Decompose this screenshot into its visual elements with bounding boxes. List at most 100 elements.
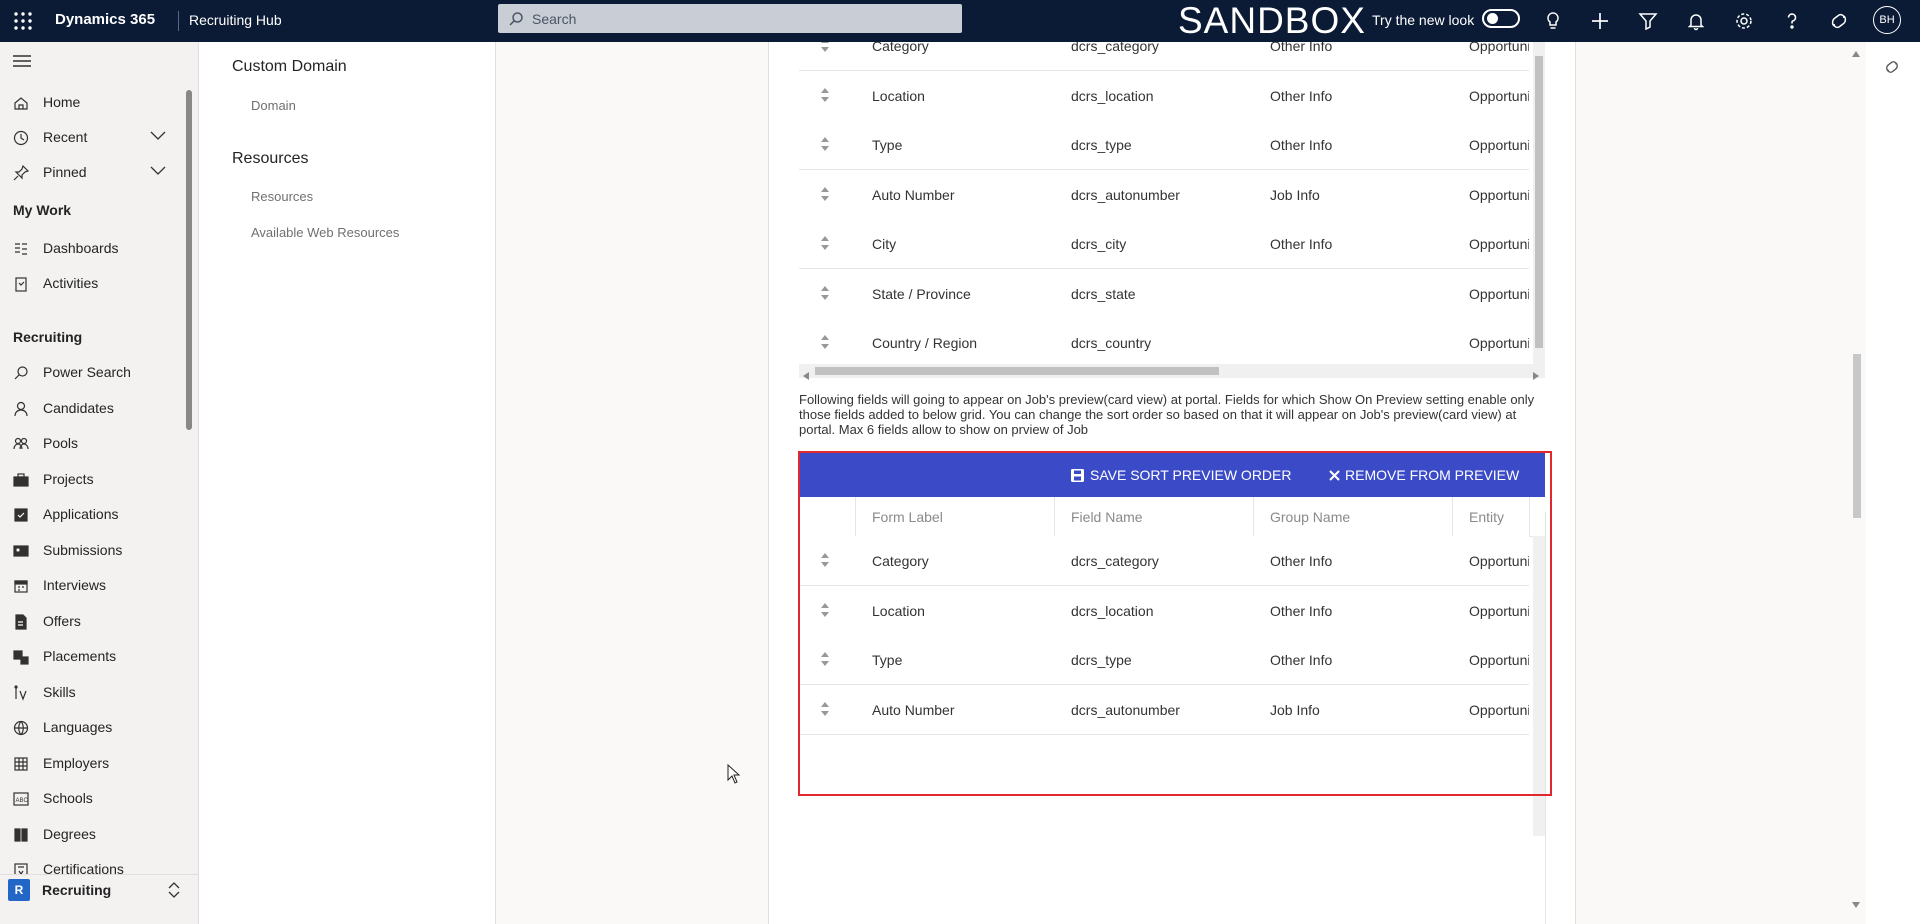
cell-group-name: Other Info — [1270, 236, 1333, 252]
nav-item-interviews[interactable]: Interviews — [0, 573, 186, 599]
cell-field-name: dcrs_city — [1071, 236, 1127, 252]
nav-label: Applications — [43, 506, 119, 522]
table-row[interactable]: Country / Region dcrs_country Opportunity — [799, 318, 1529, 364]
brand-title[interactable]: Dynamics 365 — [55, 11, 155, 28]
cell-field-name: dcrs_autonumber — [1071, 186, 1180, 203]
environment-label: SANDBOX — [1178, 0, 1366, 41]
drag-handle-icon[interactable] — [821, 42, 829, 52]
table-row[interactable]: Category dcrs_category Other Info Opportuni… — [799, 42, 1529, 71]
nav-label: Activities — [43, 275, 99, 291]
scroll-down-icon[interactable] — [1852, 895, 1860, 913]
search-icon — [13, 365, 29, 381]
skills-icon — [13, 684, 29, 701]
custom-domain-header: Custom Domain — [232, 58, 347, 75]
clipboard-icon — [13, 276, 29, 292]
search-icon — [508, 11, 524, 27]
table-row[interactable]: Type dcrs_type Other Info Opportunity — [799, 120, 1529, 170]
nav-item-placements[interactable]: Placements — [0, 644, 186, 670]
cell-field-name: dcrs_type — [1071, 137, 1132, 153]
nav-label: Degrees — [43, 825, 96, 842]
nav-item-applications[interactable]: Applications — [0, 502, 186, 528]
copilot-pane-icon[interactable] — [1883, 58, 1901, 76]
cell-entity: Opportunity — [1469, 285, 1529, 302]
cell-form-label: Category — [872, 42, 929, 54]
nav-item-power-search[interactable]: Power Search — [0, 360, 186, 386]
table-row[interactable]: Auto Number dcrs_autonumber Job Info Opport… — [799, 169, 1529, 220]
scroll-thumb[interactable] — [1853, 354, 1861, 518]
cell-form-label: State / Province — [872, 285, 971, 302]
nav-item-candidates[interactable]: Candidates — [0, 396, 186, 422]
scroll-thumb[interactable] — [1535, 56, 1543, 348]
nav-label: Submissions — [43, 541, 123, 558]
domain-link[interactable]: Domain — [251, 98, 296, 113]
app-launcher-icon[interactable] — [12, 10, 34, 32]
nav-item-pinned[interactable]: Pinned — [0, 160, 186, 186]
resources-header: Resources — [232, 150, 309, 167]
nav-item-pools[interactable]: Pools — [0, 431, 186, 457]
bell-icon[interactable] — [1685, 10, 1707, 32]
table-row[interactable]: State / Province dcrs_state Opportunity — [799, 268, 1529, 319]
chevron-down-icon[interactable] — [150, 166, 166, 176]
app-name[interactable]: Recruiting Hub — [189, 12, 282, 28]
drag-handle-icon[interactable] — [821, 236, 829, 250]
filter-icon[interactable] — [1637, 10, 1659, 32]
svg-text:ABC: ABC — [16, 798, 29, 804]
nav-label: Recent — [43, 129, 88, 145]
avatar[interactable]: BH — [1873, 6, 1901, 34]
plus-icon[interactable] — [1589, 10, 1611, 32]
nav-item-activities[interactable]: Activities — [0, 271, 186, 297]
cell-entity: Opportunity — [1469, 137, 1529, 153]
area-switcher[interactable]: R Recruiting — [0, 874, 198, 909]
nav-label: Interviews — [43, 577, 107, 593]
document-icon — [13, 613, 29, 630]
grid-horizontal-scrollbar[interactable] — [799, 364, 1545, 380]
nav-item-skills[interactable]: Skills — [0, 680, 186, 706]
nav-item-offers[interactable]: Offers — [0, 609, 186, 635]
nav-item-dashboards[interactable]: Dashboards — [0, 236, 186, 262]
copilot-icon[interactable] — [1828, 10, 1850, 32]
nav-item-employers[interactable]: Employers — [0, 751, 186, 777]
new-look-toggle[interactable] — [1482, 9, 1520, 28]
nav-item-submissions[interactable]: Submissions — [0, 538, 186, 564]
nav-item-degrees[interactable]: Degrees — [0, 822, 186, 848]
nav-item-schools[interactable]: ABC Schools — [0, 786, 186, 812]
nav-label: Pinned — [43, 164, 87, 180]
nav-item-home[interactable]: Home — [0, 90, 186, 116]
nav-label: Placements — [43, 648, 117, 664]
hamburger-icon[interactable] — [13, 54, 31, 68]
drag-handle-icon[interactable] — [821, 87, 829, 102]
cell-form-label: City — [872, 236, 897, 252]
pin-icon — [13, 165, 29, 181]
scroll-left-icon[interactable] — [803, 367, 809, 385]
cell-field-name: dcrs_country — [1071, 335, 1152, 351]
nav-item-languages[interactable]: Languages — [0, 715, 186, 741]
resources-link[interactable]: Resources — [251, 189, 313, 204]
web-resources-link[interactable]: Available Web Resources — [251, 225, 399, 240]
chevron-down-icon[interactable] — [150, 131, 166, 141]
highlight-box — [798, 451, 1552, 796]
scroll-right-icon[interactable] — [1533, 367, 1539, 385]
table-row[interactable]: City dcrs_city Other Info Opportunity — [799, 219, 1529, 269]
nav-item-recent[interactable]: Recent — [0, 125, 186, 151]
book-icon — [13, 827, 29, 843]
scroll-thumb[interactable] — [815, 367, 1219, 375]
drag-handle-icon[interactable] — [821, 137, 829, 151]
lightbulb-icon[interactable] — [1542, 10, 1564, 32]
nav-scrollbar[interactable] — [186, 90, 192, 430]
drag-handle-icon[interactable] — [821, 186, 829, 201]
nav-label: Candidates — [43, 399, 114, 416]
drag-handle-icon[interactable] — [821, 335, 829, 349]
search-box[interactable]: Search — [498, 4, 962, 33]
grid-vertical-scrollbar[interactable] — [1533, 42, 1545, 364]
cell-entity: Opportunity — [1469, 335, 1529, 351]
drag-handle-icon[interactable] — [821, 285, 829, 300]
search-placeholder: Search — [532, 11, 577, 27]
nav-label: Offers — [43, 612, 81, 629]
nav-label: Employers — [43, 754, 110, 771]
help-icon[interactable] — [1781, 10, 1803, 32]
table-row[interactable]: Location dcrs_location Other Info Opportuni… — [799, 70, 1529, 121]
nav-label: Home — [43, 94, 81, 110]
gear-icon[interactable] — [1733, 10, 1755, 32]
page-scrollbar[interactable] — [1850, 42, 1864, 924]
nav-item-projects[interactable]: Projects — [0, 467, 186, 493]
